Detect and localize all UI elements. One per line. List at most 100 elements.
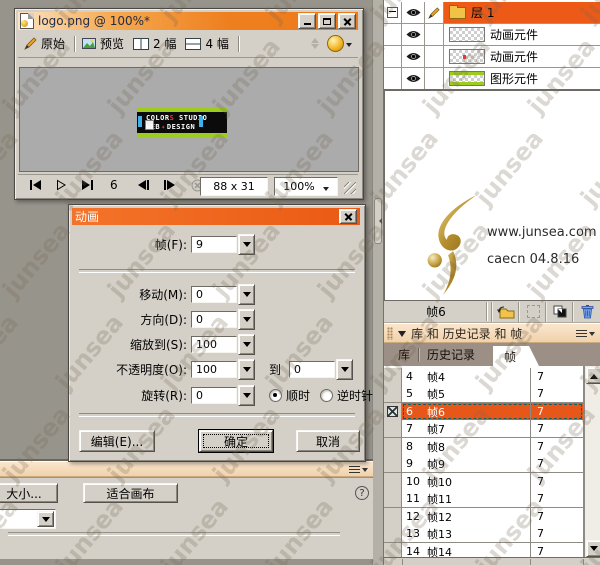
layer-row[interactable]: 动画元件 — [384, 46, 600, 68]
tab-frames-active[interactable]: 帧 — [493, 346, 540, 366]
opacity-input[interactable]: 100 — [191, 360, 237, 378]
opacity-dropdown-button[interactable] — [238, 358, 255, 380]
visibility-cell[interactable] — [402, 2, 425, 23]
frame-row[interactable]: 5 帧5 7 — [384, 385, 583, 403]
frame-row-gutter — [384, 508, 402, 525]
frames-input[interactable]: 9 — [191, 235, 237, 253]
rotate-input[interactable]: 0 — [191, 386, 237, 404]
visibility-cell[interactable] — [402, 68, 425, 89]
onion-skin-marker-icon[interactable] — [387, 406, 398, 417]
frame-row-gutter — [384, 455, 402, 472]
frame-row-gutter — [384, 403, 402, 420]
frame-row-gutter — [384, 473, 402, 490]
document-canvas[interactable]: COLORS STUDIO WEB✦DESIGN — [19, 67, 359, 172]
frame-name: 帧13 — [427, 527, 452, 541]
clockwise-radio[interactable] — [269, 388, 282, 402]
last-frame-button[interactable] — [76, 177, 98, 193]
frame-row[interactable]: 6 帧6 7 — [384, 403, 583, 421]
frame-row-gutter — [384, 420, 402, 437]
resize-grip[interactable] — [344, 182, 356, 194]
play-button[interactable] — [50, 177, 72, 193]
maximize-button[interactable] — [318, 13, 336, 29]
eye-icon — [406, 31, 420, 38]
move-input[interactable]: 0 — [191, 285, 237, 303]
panel-collapse-handle[interactable] — [374, 198, 382, 244]
onion-skinning-button[interactable] — [546, 301, 573, 322]
star-icon: ✦ — [161, 122, 166, 131]
visibility-cell[interactable] — [402, 24, 425, 45]
trash-icon — [581, 305, 593, 319]
visibility-cell[interactable] — [402, 46, 425, 67]
first-frame-button[interactable] — [24, 177, 46, 193]
close-button[interactable] — [338, 13, 356, 29]
frame-row[interactable]: 11 帧11 7 — [384, 490, 583, 508]
frame-number: 12 — [406, 510, 420, 523]
cancel-button[interactable]: 取消 — [296, 430, 360, 452]
arrow-up-icon — [590, 370, 598, 379]
zoom-level-dropdown[interactable]: 100% — [274, 177, 338, 196]
panel-group-header[interactable]: 库 和 历史记录 和 帧 — [384, 323, 600, 343]
help-button[interactable]: ? — [355, 486, 369, 500]
rotate-dropdown-button[interactable] — [238, 384, 255, 406]
fireworks-quick-export-icon[interactable] — [327, 35, 344, 52]
ok-button[interactable]: 确定 — [199, 430, 273, 452]
fit-canvas-button[interactable]: 适合画布 — [83, 483, 178, 503]
tab-preview[interactable]: 预览 — [82, 35, 124, 52]
clockwise-label: 顺时 — [286, 388, 311, 403]
layer-row[interactable]: 动画元件 — [384, 24, 600, 46]
frame-number: 13 — [406, 527, 420, 540]
frame-row[interactable]: 13 帧13 7 — [384, 525, 583, 543]
frame-row-gutter — [384, 438, 402, 455]
panel-grip-icon[interactable] — [387, 326, 393, 340]
scale-dropdown-button[interactable] — [238, 333, 255, 355]
tab-4up[interactable]: 4 幅 — [185, 35, 229, 52]
tab-original[interactable]: 原始 — [24, 35, 65, 52]
panel-options-button[interactable] — [576, 327, 595, 339]
direction-input[interactable]: 0 — [191, 310, 237, 328]
frame-delay: 7 — [530, 490, 583, 507]
frames-scrollbar[interactable] — [584, 366, 600, 557]
canvas-color-dropdown[interactable] — [0, 509, 56, 529]
field-row-direction: 方向(D): 0 — [69, 308, 365, 330]
distribute-to-frames-button[interactable] — [492, 301, 519, 322]
tab-preview-label: 预览 — [100, 37, 125, 51]
opacity-to-input[interactable]: 0 — [289, 360, 336, 378]
scale-input[interactable]: 100 — [191, 335, 237, 353]
delete-frame-button[interactable] — [573, 301, 600, 322]
canvas-size-button[interactable]: 大小... — [0, 483, 58, 503]
frame-row[interactable]: 10 帧10 7 — [384, 473, 583, 491]
frame-row[interactable]: 14 帧14 7 — [384, 543, 583, 557]
scale-label: 缩放到(S): — [129, 337, 187, 352]
counterclockwise-radio[interactable] — [320, 388, 334, 402]
frame-row[interactable]: 8 帧8 7 — [384, 438, 583, 456]
frame-row[interactable]: 7 帧7 7 — [384, 420, 583, 438]
layer-row[interactable]: 图形元件 — [384, 68, 600, 89]
properties-panel-header[interactable] — [0, 461, 373, 477]
next-frame-button[interactable] — [158, 177, 180, 193]
tab-history[interactable]: 历史记录 — [422, 346, 480, 363]
collapse-box-icon[interactable] — [387, 7, 398, 18]
frame-row[interactable]: 9 帧9 7 — [384, 455, 583, 473]
properties-options-button[interactable] — [349, 463, 368, 475]
dialog-close-button[interactable] — [339, 209, 357, 224]
opacity-to-dropdown-button[interactable] — [336, 358, 354, 380]
move-dropdown-button[interactable] — [238, 283, 255, 305]
tab-2up[interactable]: 2 幅 — [133, 35, 176, 52]
direction-dropdown-button[interactable] — [238, 308, 255, 330]
dialog-titlebar[interactable]: 动画 — [72, 208, 360, 225]
scroll-up-button[interactable] — [586, 367, 600, 384]
logo-banner-artwork[interactable]: COLORS STUDIO WEB✦DESIGN — [137, 107, 227, 138]
edit-button[interactable]: 编辑(E)... — [79, 430, 155, 452]
minimize-button[interactable] — [298, 13, 316, 29]
scroll-down-button[interactable] — [586, 540, 600, 557]
frame-row[interactable]: 12 帧12 7 — [384, 508, 583, 526]
frame-name: 帧12 — [427, 510, 452, 524]
tab-library[interactable]: 库 — [393, 346, 415, 363]
layer-row-folder[interactable]: 层 1 — [384, 2, 600, 24]
previous-frame-button[interactable] — [132, 177, 154, 193]
panel-divider — [372, 0, 384, 565]
frame-row[interactable]: 4 帧4 7 — [384, 368, 583, 386]
distribute-frames-icon — [496, 306, 514, 318]
document-titlebar[interactable]: logo.png @ 100%* — [18, 12, 358, 30]
frames-dropdown-button[interactable] — [238, 233, 255, 255]
